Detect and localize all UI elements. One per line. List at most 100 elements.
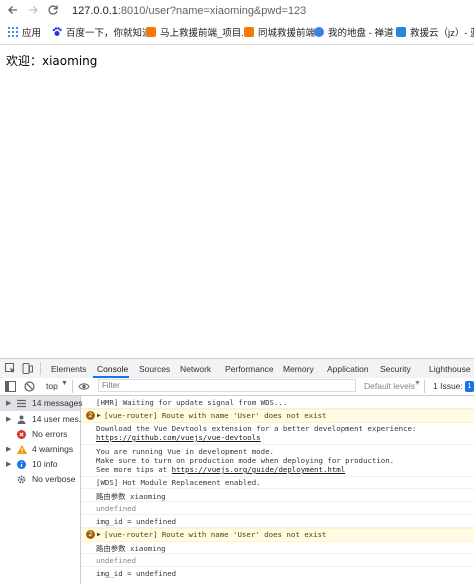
filter-divider [424, 380, 425, 393]
chevron-down-icon: ▼ [61, 380, 68, 387]
expand-arrow-icon: ▶ [97, 531, 101, 538]
sidebar-item-user-messages[interactable]: ▶ 14 user mes... [0, 412, 86, 427]
message-divider [81, 501, 474, 502]
bookmark-baidu[interactable]: 百度一下，你就知道 [52, 27, 152, 41]
sidebar-label: No verbose [32, 474, 76, 484]
tab-lighthouse[interactable]: Lighthouse [429, 364, 471, 374]
tab-network[interactable]: Network [180, 364, 211, 374]
bookmark-label: 马上救援前端_项目... [160, 28, 250, 39]
arrow-left-icon [8, 6, 17, 14]
zentao-icon [314, 27, 324, 37]
bookmark-label: 救援云（jz）- 蓝湖 [410, 28, 474, 39]
error-icon [17, 430, 26, 439]
issues-button[interactable]: 1 Issue: [433, 381, 463, 391]
expand-arrow-icon: ▶ [6, 461, 12, 468]
sidebar-label: 14 user mes... [32, 414, 86, 424]
chevron-down-icon: ▼ [414, 380, 421, 387]
vue-devtools-link[interactable]: https://github.com/vuejs/vue-devtools [96, 433, 261, 442]
welcome-text: 欢迎：xiaoming [6, 54, 98, 68]
url-path: :8010/user?name=xiaoming&pwd=123 [117, 5, 307, 17]
bookmark-label: 我的地盘 - 禅道 [328, 28, 394, 39]
console-message: undefined [96, 504, 137, 513]
console-warning[interactable]: 2 ▶ [vue-router] Route with name 'User' … [81, 528, 474, 542]
tab-sources[interactable]: Sources [139, 364, 170, 374]
expand-arrow-icon: ▶ [6, 400, 12, 407]
bookmark-city-rescue[interactable]: 同城救援前端 [244, 27, 315, 41]
bookmark-rescue-project[interactable]: 马上救援前端_项目... [146, 27, 249, 41]
sidebar-item-info[interactable]: ▶ 10 info [0, 457, 80, 472]
orange-bookmark-icon [146, 27, 156, 37]
bookmark-label: 百度一下，你就知道 [66, 28, 152, 39]
sidebar-label: No errors [32, 429, 68, 439]
warning-text: [vue-router] Route with name 'User' does… [104, 530, 327, 539]
sidebar-item-errors[interactable]: No errors [0, 427, 80, 442]
console-message: Download the Vue Devtools extension for … [96, 424, 417, 433]
sidebar-toggle-icon[interactable] [5, 381, 16, 392]
console-message: See more tips at https://vuejs.org/guide… [96, 465, 474, 474]
message-divider [81, 566, 474, 567]
baidu-paw-icon [52, 27, 62, 36]
console-filter-input[interactable] [98, 379, 356, 392]
console-sidebar: ▶ 14 messages ▶ 14 user mes... No errors… [0, 396, 86, 584]
console-message: [WDS] Hot Module Replacement enabled. [96, 478, 261, 487]
console-message: img_id = undefined [96, 517, 177, 526]
browser-toolbar: 127.0.0.1:8010/user?name=xiaoming&pwd=12… [0, 0, 474, 24]
url-host: 127.0.0.1 [72, 5, 118, 17]
bookmark-lanhu[interactable]: 救援云（jz）- 蓝湖 [396, 27, 474, 41]
message-divider [81, 553, 474, 554]
console-warning[interactable]: 2 ▶ [vue-router] Route with name 'User' … [81, 409, 474, 423]
info-icon [17, 460, 26, 469]
warning-icon [17, 445, 27, 454]
warning-text: [vue-router] Route with name 'User' does… [104, 411, 327, 420]
back-button[interactable] [4, 3, 22, 21]
tab-security[interactable]: Security [380, 364, 411, 374]
tab-console[interactable]: Console [97, 364, 128, 374]
message-divider [81, 514, 474, 515]
sidebar-item-warnings[interactable]: ▶ 4 warnings [0, 442, 80, 457]
sidebar-label: 4 warnings [32, 444, 74, 454]
log-levels-dropdown[interactable]: Default levels [364, 381, 415, 391]
deployment-guide-link[interactable]: https://vuejs.org/guide/deployment.html [172, 465, 346, 474]
inspect-element-icon[interactable] [5, 363, 16, 374]
console-message: undefined [96, 556, 137, 565]
console-message: You are running Vue in development mode. [96, 447, 274, 456]
repeat-count-badge: 2 [86, 530, 95, 539]
lanhu-icon [396, 27, 406, 37]
repeat-count-badge: 2 [86, 411, 95, 420]
user-icon [17, 415, 26, 424]
clear-console-icon[interactable] [24, 381, 35, 392]
bookmark-label: 应用 [22, 28, 42, 39]
tab-performance[interactable]: Performance [225, 364, 274, 374]
address-bar[interactable]: 127.0.0.1:8010/user?name=xiaoming&pwd=12… [72, 5, 306, 17]
bookmark-zentao[interactable]: 我的地盘 - 禅道 [314, 27, 393, 41]
tab-application[interactable]: Application [327, 364, 369, 374]
eye-icon[interactable] [78, 381, 90, 392]
filter-divider [72, 380, 73, 393]
message-divider [81, 444, 474, 445]
orange-bookmark-icon [244, 27, 254, 37]
arrow-right-icon [29, 6, 38, 14]
sidebar-item-verbose[interactable]: No verbose [0, 472, 80, 487]
console-message: [HMR] Waiting for update signal from WDS… [96, 398, 288, 407]
sidebar-label: 14 messages [32, 398, 83, 408]
context-selector[interactable]: top [46, 381, 58, 391]
devtools-panel: Elements Console Sources Network Perform… [0, 358, 474, 584]
reload-icon [48, 5, 58, 15]
sidebar-item-messages[interactable]: ▶ 14 messages [0, 396, 83, 411]
expand-arrow-icon: ▶ [97, 412, 101, 419]
tab-divider [40, 362, 41, 375]
list-icon [17, 399, 26, 408]
tab-elements[interactable]: Elements [51, 364, 86, 374]
forward-button[interactable] [24, 3, 42, 21]
verbose-gear-icon [17, 475, 26, 484]
message-divider [81, 488, 474, 489]
sidebar-label: 10 info [32, 459, 58, 469]
devtools-tab-bar: Elements Console Sources Network Perform… [0, 359, 474, 379]
console-message: Make sure to turn on production mode whe… [96, 456, 395, 465]
tab-memory[interactable]: Memory [283, 364, 314, 374]
bookmarks-bar: 应用 百度一下，你就知道 马上救援前端_项目... 同城救援前端 我的地盘 - … [0, 24, 474, 45]
apps-grid-icon [8, 27, 18, 37]
device-toolbar-icon[interactable] [22, 363, 33, 374]
reload-button[interactable] [44, 3, 62, 21]
bookmark-apps[interactable]: 应用 [8, 27, 41, 41]
